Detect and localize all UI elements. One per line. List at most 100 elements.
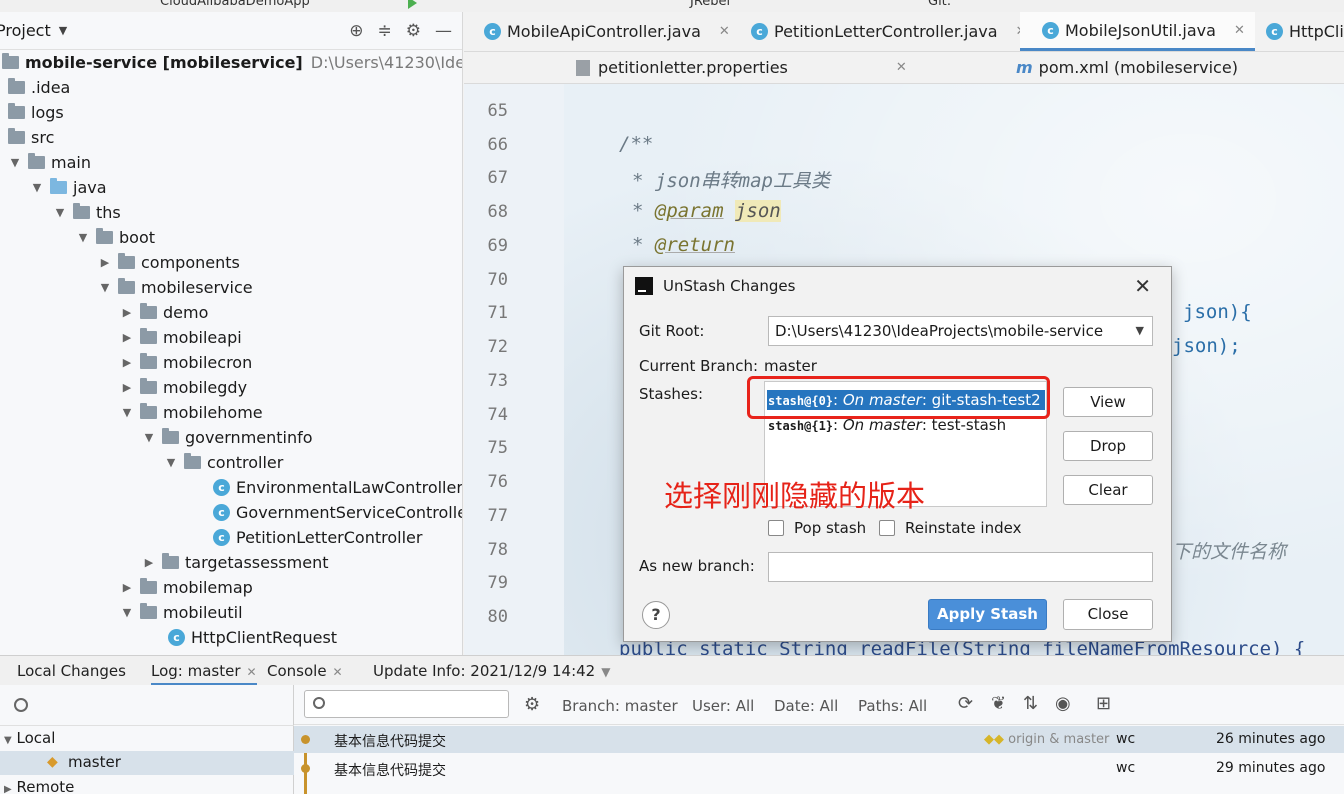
tree-item[interactable]: ▼ mobilehome: [120, 400, 263, 425]
chevron-down-icon[interactable]: ▼: [53, 206, 67, 219]
locate-icon[interactable]: ⊕: [349, 21, 363, 41]
chevron-down-icon[interactable]: ▼: [120, 606, 134, 619]
chevron-down-icon[interactable]: ▼: [142, 431, 156, 444]
chevron-down-icon[interactable]: ▼: [30, 181, 44, 194]
chevron-right-icon[interactable]: ▶: [120, 356, 134, 369]
tree-item[interactable]: ▼ governmentinfo: [142, 425, 313, 450]
filter-user[interactable]: User: All: [692, 697, 754, 715]
tree-item[interactable]: ▶ targetassessment: [142, 550, 328, 575]
gear-icon[interactable]: ⚙: [524, 694, 540, 715]
chevron-right-icon[interactable]: ▶: [98, 256, 112, 269]
compare-icon[interactable]: ⊞: [1096, 693, 1111, 714]
cherry-pick-icon[interactable]: ❦: [991, 693, 1006, 714]
tab-mobileapicontroller[interactable]: c MobileApiController.java ✕: [484, 12, 730, 51]
tab-pom-xml[interactable]: mpom.xml (mobileservice)✕: [1016, 52, 1344, 83]
maven-icon: m: [1016, 58, 1033, 77]
chevron-down-icon[interactable]: ▼: [164, 456, 178, 469]
tree-item[interactable]: ▶ components: [98, 250, 240, 275]
tree-item[interactable]: ▼ boot: [76, 225, 155, 250]
tree-item[interactable]: c HttpClientRequest: [168, 625, 337, 650]
log-search-input[interactable]: [304, 690, 509, 718]
sort-icon[interactable]: ⇅: [1023, 693, 1038, 714]
checkbox-box[interactable]: [879, 520, 895, 536]
close-icon[interactable]: ✕: [1234, 23, 1245, 38]
package-icon: [140, 403, 157, 419]
branch-group-remote[interactable]: ▶ Remote: [4, 778, 74, 794]
chevron-right-icon[interactable]: ▶: [120, 581, 134, 594]
tree-item[interactable]: ▼ mobileutil: [120, 600, 243, 625]
tab-httpclient[interactable]: c HttpCli: [1266, 12, 1344, 51]
checkbox-box[interactable]: [768, 520, 784, 536]
filter-paths[interactable]: Paths: All: [858, 697, 927, 715]
tree-root[interactable]: mobile-service [mobileservice] D:\Users\…: [2, 50, 462, 75]
help-icon[interactable]: ?: [642, 601, 670, 629]
gear-icon[interactable]: ⚙: [406, 21, 421, 41]
tree-item[interactable]: .idea: [8, 75, 70, 100]
refresh-icon[interactable]: ⟳: [958, 693, 973, 714]
tree-item[interactable]: c PetitionLetterController: [213, 525, 422, 550]
chevron-down-icon[interactable]: ▼: [601, 665, 610, 679]
chevron-right-icon[interactable]: ▶: [120, 306, 134, 319]
tree-item[interactable]: ▼ main: [8, 150, 91, 175]
tree-item[interactable]: ▼ controller: [164, 450, 283, 475]
chevron-down-icon[interactable]: ▼: [59, 24, 67, 37]
jrebel-selector[interactable]: JRebel: [690, 0, 730, 10]
tab-petitionlettercontroller[interactable]: cPetitionLetterController.java✕: [751, 12, 1026, 51]
log-row[interactable]: 基本信息代码提交 wc 29 minutes ago: [294, 755, 1344, 782]
chevron-down-icon[interactable]: ▼: [8, 156, 22, 169]
tab-log-master[interactable]: Log: master ✕: [151, 656, 257, 686]
tree-item[interactable]: ▼ mobileservice: [98, 275, 253, 300]
close-icon[interactable]: ✕: [1134, 274, 1151, 298]
tree-item[interactable]: ▶ mobilegdy: [120, 375, 247, 400]
close-icon[interactable]: ✕: [247, 665, 257, 679]
collapse-icon[interactable]: ≑: [378, 21, 392, 41]
tab-petitionletter-properties[interactable]: petitionletter.properties ✕: [576, 52, 907, 83]
apply-stash-button[interactable]: Apply Stash: [928, 599, 1047, 630]
minimize-icon[interactable]: —: [435, 21, 452, 41]
git-root-select[interactable]: D:\Users\41230\IdeaProjects\mobile-servi…: [768, 316, 1153, 346]
tree-item[interactable]: logs: [8, 100, 64, 125]
tree-item[interactable]: ▼ ths: [53, 200, 121, 225]
tree-item[interactable]: ▼ java: [30, 175, 107, 200]
run-icon[interactable]: [408, 0, 417, 9]
close-icon[interactable]: ✕: [333, 665, 343, 679]
tab-local-changes[interactable]: Local Changes: [17, 656, 126, 686]
log-row[interactable]: 基本信息代码提交 ◆◆ origin & master wc 26 minute…: [294, 726, 1344, 753]
tree-item[interactable]: c GovernmentServiceController: [213, 500, 462, 525]
chevron-down-icon[interactable]: ▼: [98, 281, 112, 294]
pop-stash-checkbox[interactable]: Pop stash: [768, 519, 866, 537]
tree-item[interactable]: ▶ mobilecron: [120, 350, 252, 375]
close-button[interactable]: Close: [1063, 599, 1153, 630]
chevron-right-icon[interactable]: ▶: [4, 784, 12, 794]
chevron-right-icon[interactable]: ▶: [120, 331, 134, 344]
chevron-right-icon[interactable]: ▶: [142, 556, 156, 569]
tree-item[interactable]: c EnvironmentalLawController: [213, 475, 462, 500]
tree-item[interactable]: src: [8, 125, 54, 150]
branch-group-local[interactable]: ▼ Local: [4, 729, 55, 747]
eye-icon[interactable]: ◉: [1055, 693, 1071, 714]
close-icon[interactable]: ✕: [719, 24, 730, 39]
drop-button[interactable]: Drop: [1063, 431, 1153, 461]
tree-item[interactable]: ▶ demo: [120, 300, 208, 325]
chevron-down-icon[interactable]: ▼: [76, 231, 90, 244]
clear-button[interactable]: Clear: [1063, 475, 1153, 505]
folder-icon: [28, 153, 45, 169]
view-button[interactable]: View: [1063, 387, 1153, 417]
tree-item[interactable]: ▶ mobileapi: [120, 325, 242, 350]
reinstate-index-checkbox[interactable]: Reinstate index: [879, 519, 1021, 537]
chevron-down-icon[interactable]: ▼: [120, 406, 134, 419]
branch-item-master[interactable]: ◆ master: [0, 751, 294, 775]
chevron-right-icon[interactable]: ▶: [120, 381, 134, 394]
project-title[interactable]: Project: [0, 21, 51, 40]
chevron-down-icon[interactable]: ▼: [4, 735, 12, 746]
tree-item[interactable]: ▶ mobilemap: [120, 575, 253, 600]
close-icon[interactable]: ✕: [896, 60, 907, 75]
filter-date[interactable]: Date: All: [774, 697, 838, 715]
tab-mobilejsonutil[interactable]: c MobileJsonUtil.java ✕: [1020, 12, 1255, 51]
tab-update-info[interactable]: Update Info: 2021/12/9 14:42 ▼: [373, 656, 610, 686]
run-config-selector[interactable]: CloudAlibabaDemoApp: [160, 0, 310, 10]
filter-branch[interactable]: Branch: master: [562, 697, 678, 715]
tab-console[interactable]: Console ✕: [267, 656, 343, 686]
new-branch-input[interactable]: [768, 552, 1153, 582]
search-icon[interactable]: [14, 698, 28, 712]
